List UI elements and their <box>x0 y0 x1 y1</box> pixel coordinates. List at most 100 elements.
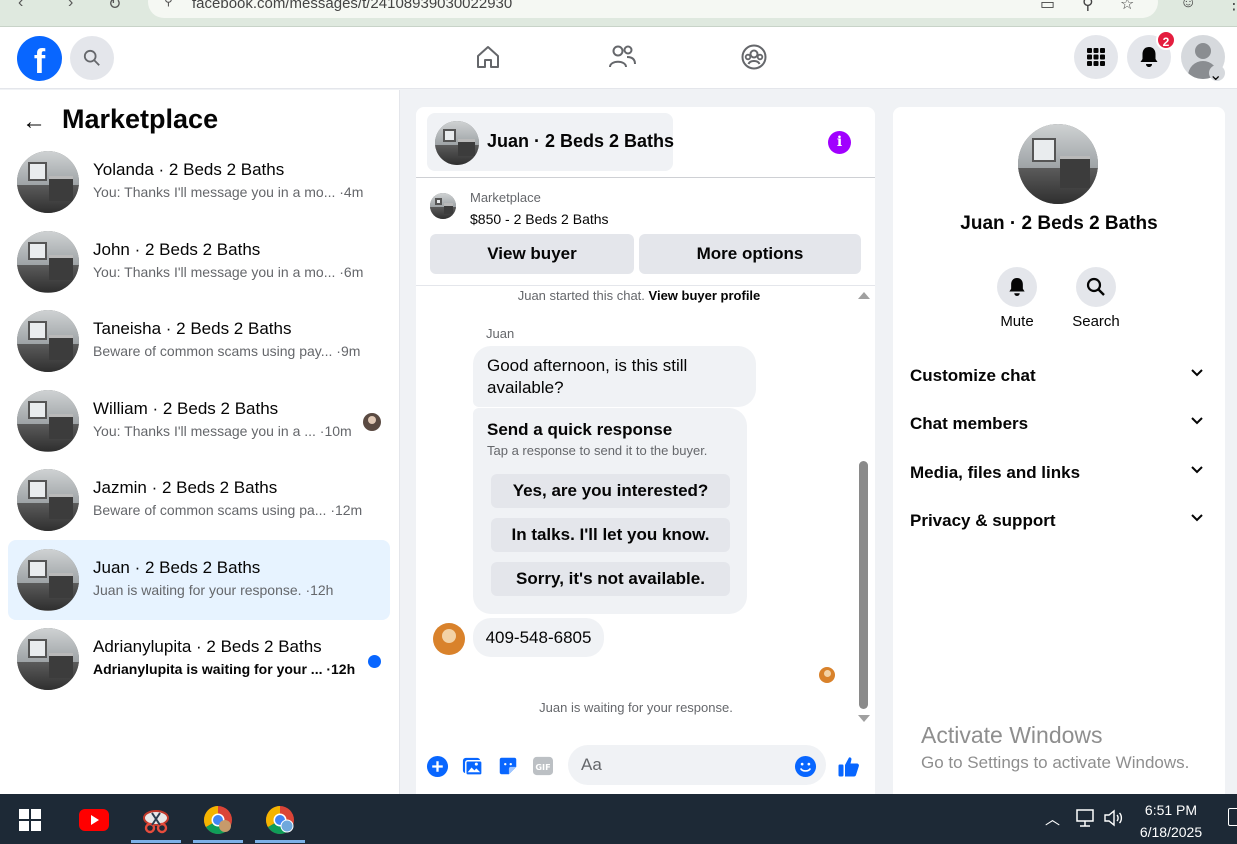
listing-thumbnail <box>17 310 79 372</box>
quick-response-card: Send a quick response Tap a response to … <box>473 408 747 614</box>
sender-name: Juan <box>486 326 515 341</box>
notification-badge: 2 <box>1156 30 1176 50</box>
conversation-item[interactable]: Juan · 2 Beds 2 Baths Juan is waiting for… <box>8 539 390 620</box>
attach-photo-button[interactable] <box>460 754 484 778</box>
windows-logo-icon <box>19 809 41 831</box>
conversation-name: Yolanda · 2 Beds 2 Baths <box>93 160 285 179</box>
waiting-status: Juan is waiting for your response. <box>539 700 733 715</box>
search-icon <box>83 49 100 66</box>
menu-icon[interactable]: ⋮ <box>1226 0 1237 14</box>
site-info-icon[interactable]: ⚲ <box>164 0 173 8</box>
quick-response-yes[interactable]: Yes, are you interested? <box>491 474 730 508</box>
gif-button[interactable]: GIF <box>531 754 555 778</box>
chat-panel: Juan · 2 Beds 2 Baths i Marketplace $850… <box>416 107 875 794</box>
notification-center-icon[interactable] <box>1228 808 1237 826</box>
chrome-app[interactable] <box>198 802 238 838</box>
zoom-icon[interactable]: ⚲ <box>1082 0 1094 14</box>
message-input[interactable] <box>568 745 826 785</box>
address-bar[interactable]: ⚲ facebook.com/messages/t/24108939030022… <box>148 0 1158 18</box>
youtube-app[interactable] <box>74 802 114 838</box>
conversation-preview: Juan is waiting for your response. ·12h <box>93 581 334 598</box>
section-chat-members[interactable]: Chat members <box>893 404 1225 444</box>
chrome-profile-app[interactable] <box>260 802 300 838</box>
bookmark-icon[interactable]: ☆ <box>1120 0 1134 14</box>
friends-icon <box>609 45 636 68</box>
section-label: Media, files and links <box>910 463 1081 482</box>
scroll-up-arrow-icon[interactable] <box>858 292 870 299</box>
photo-icon <box>462 757 483 776</box>
nav-groups[interactable] <box>738 41 770 73</box>
active-app-indicator <box>255 840 305 843</box>
more-actions-button[interactable] <box>425 754 449 778</box>
listing-thumbnail <box>17 548 79 611</box>
profile-icon[interactable]: ☺ <box>1180 0 1196 12</box>
conversation-preview: Beware of common scams using pa... ·12m <box>93 502 363 518</box>
conversation-item[interactable]: Taneisha · 2 Beds 2 Baths Beware of commo… <box>8 301 390 381</box>
view-buyer-button[interactable]: View buyer <box>430 234 634 274</box>
conversation-item[interactable]: Adrianylupita · 2 Beds 2 Baths Adrianylup… <box>8 619 390 699</box>
search-button[interactable] <box>70 36 114 80</box>
speaker-icon <box>1104 809 1123 827</box>
quick-response-in-talks[interactable]: In talks. I'll let you know. <box>491 518 730 552</box>
section-privacy-support[interactable]: Privacy & support <box>893 501 1225 541</box>
info-icon[interactable]: i <box>828 131 851 154</box>
facebook-logo[interactable]: f <box>17 36 62 81</box>
emoji-icon <box>794 755 816 777</box>
thumbs-up-icon <box>838 756 859 776</box>
account-chevron-icon[interactable]: ⌄ <box>1209 65 1225 84</box>
snipping-tool-app[interactable] <box>136 802 176 838</box>
conversation-preview: Beware of common scams using pay... ·9m <box>93 343 361 359</box>
sticker-button[interactable] <box>496 754 520 778</box>
conversation-item[interactable]: Jazmin · 2 Beds 2 Baths Beware of common … <box>8 460 390 540</box>
conversation-item[interactable]: Yolanda · 2 Beds 2 Baths You: Thanks I'll… <box>8 142 390 222</box>
chat-header[interactable]: Juan · 2 Beds 2 Baths <box>427 113 674 171</box>
menu-button[interactable] <box>1074 35 1118 79</box>
nav-home[interactable] <box>472 41 504 73</box>
windows-taskbar: ︿ 6:51 PM 6/18/2025 <box>0 794 1237 844</box>
gif-icon: GIF <box>533 756 553 776</box>
bell-icon <box>1009 278 1025 296</box>
details-thumbnail[interactable] <box>1018 124 1098 204</box>
plus-circle-icon <box>426 755 448 777</box>
reload-icon[interactable]: ↻ <box>108 0 121 14</box>
conversation-preview: Adrianylupita is waiting for your ... ·1… <box>93 661 356 677</box>
install-icon[interactable]: ▭ <box>1040 0 1055 14</box>
back-arrow-icon[interactable]: ← <box>22 108 46 136</box>
listing-thumbnail[interactable] <box>430 193 456 219</box>
chrome-icon <box>266 806 294 834</box>
start-button[interactable] <box>10 802 50 838</box>
watermark-line2: Go to Settings to activate Windows. <box>921 753 1190 772</box>
more-options-button[interactable]: More options <box>639 234 861 274</box>
system-clock[interactable]: 6:51 PM 6/18/2025 <box>1130 799 1212 843</box>
search-in-chat-button[interactable] <box>1076 267 1116 307</box>
emoji-button[interactable] <box>793 754 817 778</box>
listing-thumbnail <box>17 151 79 213</box>
forward-icon[interactable]: › <box>68 0 73 12</box>
network-icon[interactable] <box>1075 808 1097 832</box>
conversation-name: Jazmin · 2 Beds 2 Baths <box>93 478 278 497</box>
chat-started-text: Juan started this chat. <box>517 288 645 303</box>
scroll-down-arrow-icon[interactable] <box>858 715 870 722</box>
quick-response-not-available[interactable]: Sorry, it's not available. <box>491 562 730 596</box>
quick-response-subtitle: Tap a response to send it to the buyer. <box>487 443 708 458</box>
listing-thumbnail <box>17 469 79 531</box>
conversation-item[interactable]: John · 2 Beds 2 Baths You: Thanks I'll me… <box>8 222 390 302</box>
tray-chevron-up-icon[interactable]: ︿ <box>1045 808 1060 829</box>
listing-price[interactable]: $850 - 2 Beds 2 Baths <box>470 211 609 227</box>
scrollbar[interactable] <box>856 286 870 726</box>
like-button[interactable] <box>837 754 861 778</box>
mute-button[interactable] <box>997 267 1037 307</box>
sender-avatar[interactable] <box>433 623 465 655</box>
section-label: Privacy & support <box>910 511 1056 530</box>
scroll-thumb[interactable] <box>859 461 868 709</box>
conversation-item[interactable]: William · 2 Beds 2 Baths You: Thanks I'll… <box>8 381 390 461</box>
nav-friends[interactable] <box>606 41 638 73</box>
section-media-files-links[interactable]: Media, files and links <box>893 453 1225 493</box>
message-thread: Juan started this chat. View buyer profi… <box>416 286 875 726</box>
details-name: Juan · 2 Beds 2 Baths <box>960 213 1158 234</box>
view-buyer-profile-link[interactable]: View buyer profile <box>649 288 761 303</box>
volume-icon[interactable] <box>1103 808 1125 832</box>
section-customize-chat[interactable]: Customize chat <box>893 356 1225 396</box>
back-icon[interactable]: ‹ <box>18 0 23 12</box>
conversation-preview: You: Thanks I'll message you in a mo... … <box>93 263 364 280</box>
